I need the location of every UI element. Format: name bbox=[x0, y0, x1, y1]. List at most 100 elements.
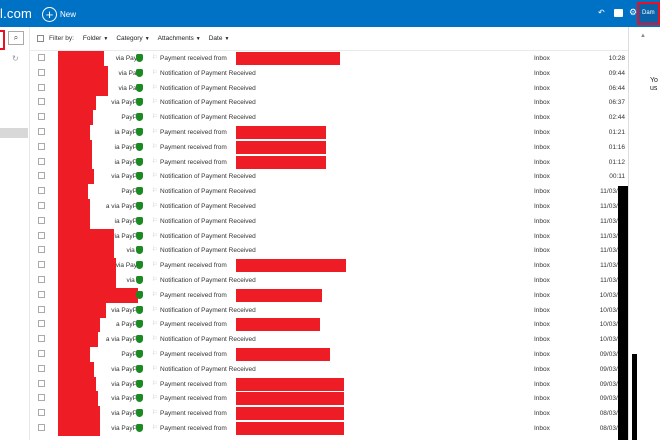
row-checkbox[interactable] bbox=[38, 231, 45, 239]
row-checkbox[interactable] bbox=[38, 335, 45, 343]
message-row[interactable]: via Pa... ⚐ Notification of Payment Receiv… bbox=[30, 80, 628, 96]
message-row[interactable]: via PayPal ⚐ Notification of Payment Recei… bbox=[30, 361, 628, 377]
row-checkbox[interactable] bbox=[38, 379, 45, 387]
message-row[interactable]: via Pay... ⚐ Payment received from Inbox 11/… bbox=[30, 258, 628, 274]
row-checkbox[interactable] bbox=[38, 83, 45, 91]
row-checkbox[interactable] bbox=[38, 394, 45, 402]
row-checkbox[interactable] bbox=[38, 216, 45, 224]
flag-icon[interactable]: ⚐ bbox=[152, 290, 157, 301]
chat-icon[interactable] bbox=[614, 9, 623, 17]
flag-icon[interactable]: ⚐ bbox=[152, 157, 157, 168]
row-checkbox[interactable] bbox=[38, 187, 45, 195]
refresh-icon[interactable]: ↻ bbox=[12, 54, 19, 63]
message-row[interactable]: via PayPal ⚐ Payment received from Inbox 08/… bbox=[30, 421, 628, 436]
row-checkbox[interactable] bbox=[38, 320, 45, 328]
message-folder: Inbox bbox=[534, 247, 550, 255]
row-checkbox[interactable] bbox=[38, 142, 45, 150]
row-checkbox[interactable] bbox=[38, 68, 45, 76]
flag-icon[interactable]: ⚐ bbox=[152, 171, 157, 182]
flag-icon[interactable]: ⚐ bbox=[152, 216, 157, 227]
row-checkbox[interactable] bbox=[38, 424, 45, 431]
select-all-checkbox[interactable] bbox=[37, 35, 44, 42]
flag-icon[interactable]: ⚐ bbox=[152, 275, 157, 286]
selected-folder[interactable] bbox=[0, 128, 28, 138]
flag-icon[interactable]: ⚐ bbox=[152, 97, 157, 108]
filter-attachments-dropdown[interactable]: Attachments ▼ bbox=[158, 35, 201, 42]
flag-icon[interactable]: ⚐ bbox=[152, 260, 157, 271]
filter-category-dropdown[interactable]: Category ▼ bbox=[116, 35, 149, 42]
row-checkbox[interactable] bbox=[38, 246, 45, 254]
message-row[interactable]: ia PayPal ⚐ Payment received from Inbox 01:1… bbox=[30, 139, 628, 155]
message-row[interactable]: ⚐ Payment received from Inbox 10/03/20 bbox=[30, 287, 628, 303]
flag-icon[interactable]: ⚐ bbox=[152, 53, 157, 64]
message-row[interactable]: via ... ⚐ Notification of Payment Received… bbox=[30, 243, 628, 259]
message-row[interactable]: a via PayPal ⚐ Notification of Payment Rec… bbox=[30, 199, 628, 214]
row-checkbox[interactable] bbox=[38, 128, 45, 135]
flag-icon[interactable]: ⚐ bbox=[152, 349, 157, 360]
message-row[interactable]: PayPal ⚐ Notification of Payment Received I… bbox=[30, 110, 628, 126]
flag-icon[interactable]: ⚐ bbox=[152, 186, 157, 197]
flag-icon[interactable]: ⚐ bbox=[152, 201, 157, 212]
row-checkbox[interactable] bbox=[38, 98, 45, 106]
row-checkbox[interactable] bbox=[38, 172, 45, 180]
row-checkbox[interactable] bbox=[38, 157, 45, 165]
search-button[interactable]: ⌕ bbox=[8, 31, 24, 45]
app-brand[interactable]: l.com bbox=[0, 6, 32, 21]
new-button[interactable]: + New bbox=[42, 5, 76, 23]
flag-icon[interactable]: ⚐ bbox=[152, 364, 157, 375]
row-checkbox[interactable] bbox=[38, 350, 45, 357]
flag-icon[interactable]: ⚐ bbox=[152, 245, 157, 256]
flag-icon[interactable]: ⚐ bbox=[152, 408, 157, 419]
message-row[interactable]: via PayPal ⚐ Notification of Payment Recei… bbox=[30, 228, 628, 244]
message-row[interactable]: ia PayPal ⚐ Notification of Payment Receiv… bbox=[30, 213, 628, 229]
message-row[interactable]: via Pay... ⚐ Payment received from Inbox 10:… bbox=[30, 51, 628, 66]
message-row[interactable]: via PayPal ⚐ Payment received from Inbox 08/… bbox=[30, 406, 628, 422]
flag-icon[interactable]: ⚐ bbox=[152, 231, 157, 242]
flag-icon[interactable]: ⚐ bbox=[152, 83, 157, 94]
message-row[interactable]: PayPal ⚐ Notification of Payment Received I… bbox=[30, 184, 628, 200]
message-row[interactable]: ia PayPal ⚐ Payment received from Inbox 01:2… bbox=[30, 125, 628, 140]
message-row[interactable]: via ... ⚐ Notification of Payment Received… bbox=[30, 273, 628, 288]
message-row[interactable]: via PayPal ⚐ Notification of Payment Recei… bbox=[30, 169, 628, 185]
row-checkbox[interactable] bbox=[38, 409, 45, 417]
flag-icon[interactable]: ⚐ bbox=[152, 305, 157, 316]
flag-icon[interactable]: ⚐ bbox=[152, 334, 157, 345]
message-row[interactable]: a PayPal ⚐ Payment received from Inbox 10/03… bbox=[30, 317, 628, 333]
message-row[interactable]: via PayPal ⚐ Notification of Payment Recei… bbox=[30, 302, 628, 318]
message-row[interactable]: PayPal ⚐ Payment received from Inbox 09/03/2… bbox=[30, 347, 628, 362]
message-row[interactable]: via Pa... ⚐ Notification of Payment Receiv… bbox=[30, 65, 628, 81]
message-row[interactable]: via PayPal ⚐ Payment received from Inbox 09/… bbox=[30, 376, 628, 392]
row-checkbox[interactable] bbox=[38, 364, 45, 372]
flag-icon[interactable]: ⚐ bbox=[152, 112, 157, 123]
flag-icon[interactable]: ⚐ bbox=[152, 127, 157, 138]
flag-icon[interactable]: ⚐ bbox=[152, 319, 157, 330]
row-checkbox[interactable] bbox=[38, 276, 45, 283]
gear-icon[interactable]: ⚙ bbox=[629, 7, 637, 17]
highlight-box bbox=[0, 30, 5, 50]
trusted-sender-shield-icon bbox=[136, 276, 143, 284]
flag-icon[interactable]: ⚐ bbox=[152, 423, 157, 434]
undo-icon[interactable]: ↶ bbox=[598, 8, 605, 18]
redaction-block bbox=[58, 287, 138, 303]
row-checkbox[interactable] bbox=[38, 202, 45, 209]
trusted-sender-shield-icon bbox=[136, 305, 143, 314]
filter-folder-dropdown[interactable]: Folder ▼ bbox=[83, 35, 108, 42]
message-row[interactable]: via PayPal ⚐ Notification of Payment Recei… bbox=[30, 95, 628, 111]
flag-icon[interactable]: ⚐ bbox=[152, 68, 157, 79]
flag-icon[interactable]: ⚐ bbox=[152, 379, 157, 390]
user-account-button[interactable]: Dam bbox=[637, 2, 660, 25]
row-checkbox[interactable] bbox=[38, 305, 45, 313]
message-row[interactable]: via PayPal ⚐ Payment received from Inbox 09/… bbox=[30, 391, 628, 407]
scroll-up-icon[interactable]: ▲ bbox=[640, 33, 646, 39]
message-subject: Notification of Payment Received bbox=[160, 84, 256, 92]
message-row[interactable]: ia PayPal ⚐ Payment received from Inbox 01:1… bbox=[30, 154, 628, 170]
message-folder: Inbox bbox=[534, 69, 550, 77]
message-row[interactable]: a via PayPal ⚐ Notification of Payment Rec… bbox=[30, 332, 628, 348]
flag-icon[interactable]: ⚐ bbox=[152, 142, 157, 153]
row-checkbox[interactable] bbox=[38, 54, 45, 61]
row-checkbox[interactable] bbox=[38, 261, 45, 269]
flag-icon[interactable]: ⚐ bbox=[152, 393, 157, 404]
row-checkbox[interactable] bbox=[38, 290, 45, 298]
row-checkbox[interactable] bbox=[38, 113, 45, 121]
filter-date-dropdown[interactable]: Date ▼ bbox=[209, 35, 230, 42]
